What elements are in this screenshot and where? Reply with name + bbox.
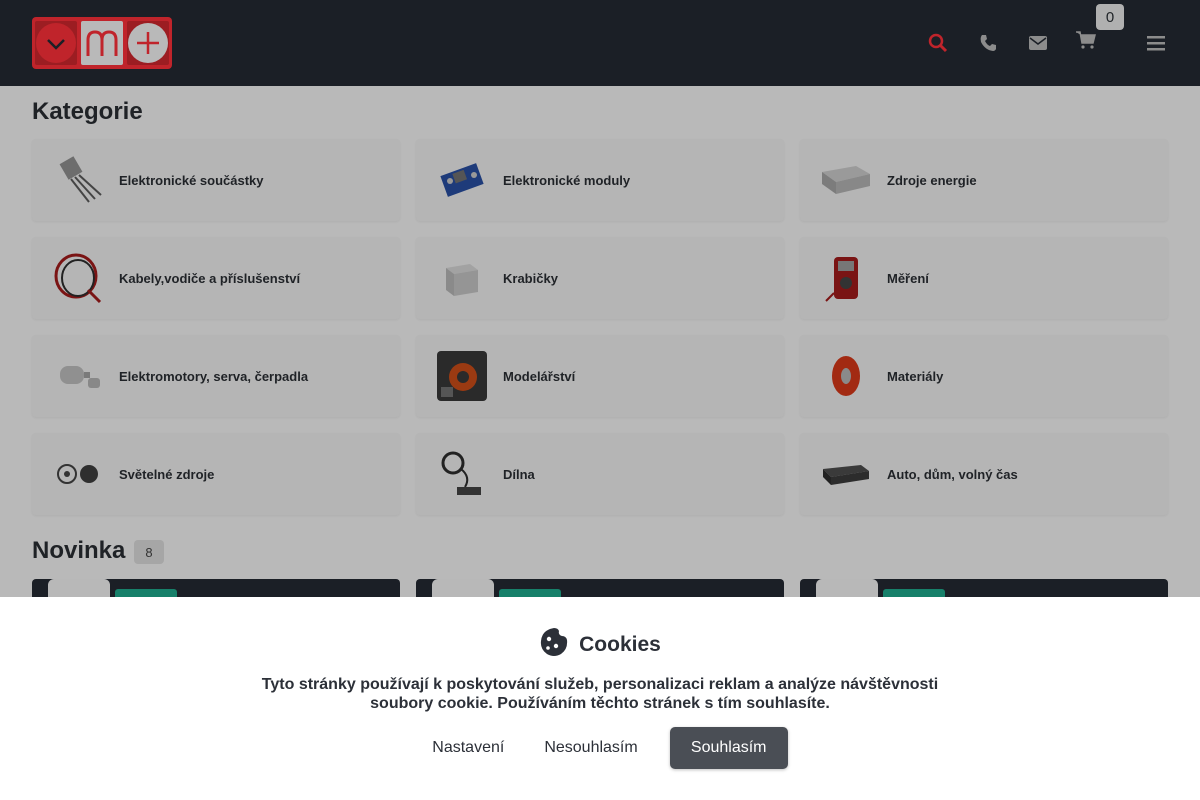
cookie-consent-panel: Cookies Tyto stránky používají k poskyto… [0,597,1200,800]
cart-button[interactable]: 0 [1076,4,1124,55]
filament-spool-icon [820,350,872,402]
category-card[interactable]: Dílna [416,433,784,515]
led-icon [52,448,104,500]
category-card[interactable]: Elektronické moduly [416,139,784,221]
category-label: Elektromotory, serva, čerpadla [119,368,309,384]
category-card[interactable]: Materiály [800,335,1168,417]
letter-m-logo-icon [86,30,118,56]
category-grid: Elektronické součástky Elektronické modu… [32,139,1168,515]
logo-cell-m [81,21,123,65]
new-products-heading: Novinka [32,537,126,564]
logo-cell-plus [127,21,169,65]
categories-heading: Kategorie [32,98,143,125]
category-label: Kabely,vodiče a příslušenství [119,270,301,286]
category-card[interactable]: Zdroje energie [800,139,1168,221]
category-label: Dílna [503,466,535,482]
category-card[interactable]: Krabičky [416,237,784,319]
new-products-count-badge: 8 [134,540,164,564]
category-label: Světelné zdroje [119,466,215,482]
enclosure-box-icon [436,252,488,304]
category-label: Elektronické moduly [503,172,631,188]
transistor-icon [52,154,104,206]
category-label: Auto, dům, volný čas [887,466,1018,482]
cookie-title: Cookies [579,632,661,656]
power-supply-icon [820,154,872,206]
cart-count-badge: 0 [1096,4,1124,30]
search-icon[interactable] [926,31,950,55]
cable-coil-icon [52,252,104,304]
category-label: Krabičky [503,270,558,286]
category-label: Zdroje energie [887,172,977,188]
category-card[interactable]: Auto, dům, volný čas [800,433,1168,515]
hamburger-menu-icon[interactable] [1144,31,1168,55]
category-label: Materiály [887,368,944,384]
top-navbar: 0 [0,0,1200,86]
category-label: Měření [887,270,929,286]
category-card[interactable]: Modelářství [416,335,784,417]
envelope-icon[interactable] [1026,31,1050,55]
cookie-accept-button[interactable]: Souhlasím [669,727,788,769]
category-label: Elektronické součástky [119,172,264,188]
header-actions: 0 [926,4,1168,55]
plus-logo-icon [128,23,168,63]
category-card[interactable]: Světelné zdroje [32,433,400,515]
cookie-actions: Nastavení Nesouhlasím Souhlasím [0,727,1200,769]
cart-icon [1076,31,1096,49]
cookie-message: Tyto stránky používají k poskytování slu… [261,676,939,712]
clock-logo-icon [36,23,76,63]
phone-icon[interactable] [976,31,1000,55]
cookie-settings-button[interactable]: Nastavení [412,729,524,767]
logo-cell-clock [35,21,77,65]
module-board-icon [436,154,488,206]
magnifier-stand-icon [436,448,488,500]
category-card[interactable]: Kabely,vodiče a příslušenství [32,237,400,319]
category-card[interactable]: Elektronické součástky [32,139,400,221]
category-card[interactable]: Měření [800,237,1168,319]
category-label: Modelářství [503,368,576,384]
cookie-decline-button[interactable]: Nesouhlasím [524,729,657,767]
motor-icon [52,350,104,402]
cookie-header: Cookies [0,627,1200,662]
model-kit-icon [436,350,488,402]
car-radio-icon [820,448,872,500]
multimeter-icon [820,252,872,304]
category-card[interactable]: Elektromotory, serva, čerpadla [32,335,400,417]
site-logo[interactable] [32,17,172,69]
cookie-icon [539,627,569,662]
